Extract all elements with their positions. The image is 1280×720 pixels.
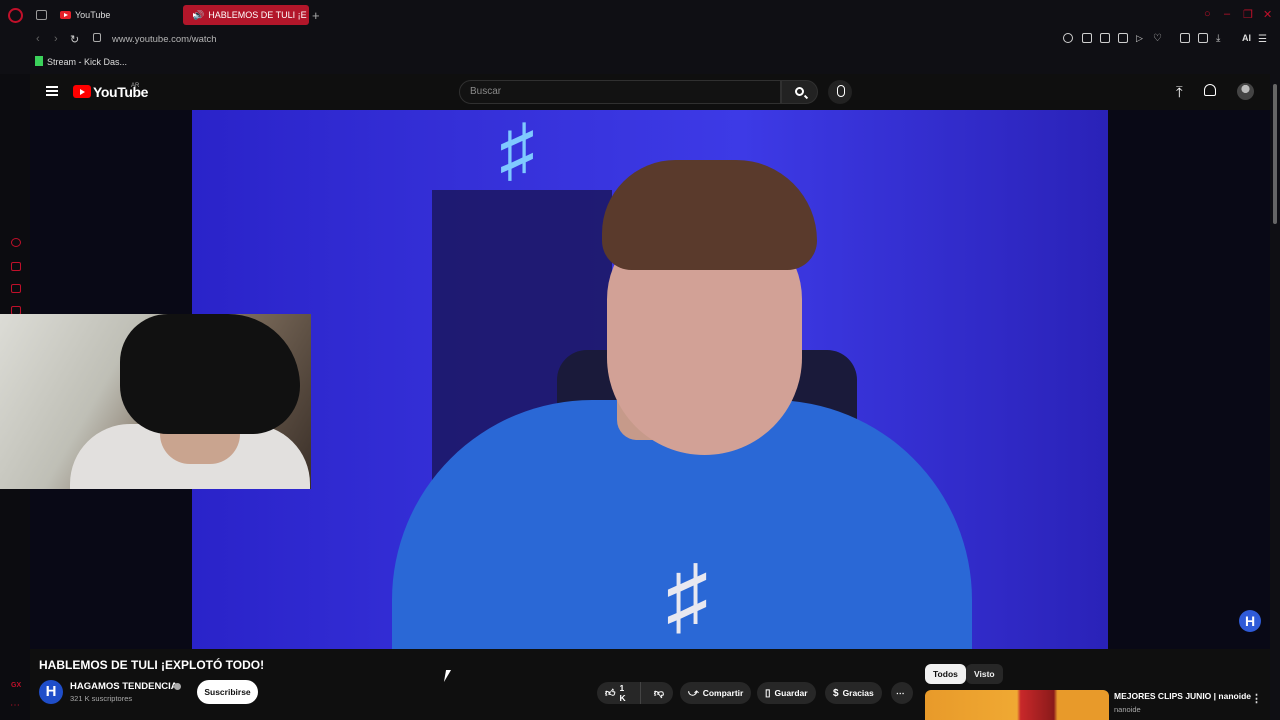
recommendation-menu-icon[interactable]: ⋮ xyxy=(1251,692,1262,705)
tab-label: YouTube xyxy=(75,10,111,20)
speed-dial-icon[interactable] xyxy=(11,238,21,247)
youtube-logo-icon[interactable] xyxy=(73,85,91,98)
presenter-hair xyxy=(602,160,817,270)
search-input[interactable] xyxy=(470,86,770,97)
like-button[interactable]: 👍︎ 1 K xyxy=(597,682,641,704)
scrollbar-thumb[interactable] xyxy=(1273,84,1277,224)
search-box xyxy=(459,80,781,104)
more-actions-button[interactable]: ⋯ xyxy=(891,682,913,704)
video-title: HABLEMOS DE TULI ¡EXPLOTÓ TODO! xyxy=(39,658,265,672)
download-icon[interactable]: ⤓ xyxy=(1216,33,1226,44)
zoom-icon[interactable] xyxy=(1063,33,1073,43)
voice-search-button[interactable] xyxy=(828,80,852,104)
channel-watermark[interactable]: H xyxy=(1239,610,1261,632)
heart-icon[interactable]: ♡ xyxy=(1153,33,1163,44)
pin-icon[interactable] xyxy=(1082,33,1092,43)
url-field[interactable]: www.youtube.com/watch xyxy=(112,34,217,45)
search-tabs-icon[interactable]: ○ xyxy=(1204,8,1211,20)
save-label: Guardar xyxy=(774,688,808,698)
notifications-icon[interactable] xyxy=(1204,84,1216,96)
play-icon[interactable]: ▷ xyxy=(1136,33,1146,43)
easy-setup-icon[interactable]: ☰ xyxy=(1258,34,1267,45)
tab-manager-icon[interactable] xyxy=(36,10,47,20)
forward-icon[interactable]: › xyxy=(54,33,58,45)
sidebar-more-icon[interactable]: ⋯ xyxy=(10,700,20,711)
region-code: AR xyxy=(131,83,140,89)
close-icon[interactable]: ✕ xyxy=(1263,8,1272,21)
thanks-button[interactable]: $ Gracias xyxy=(825,682,882,704)
opera-logo-icon[interactable] xyxy=(8,8,23,23)
twitch-icon[interactable] xyxy=(11,284,21,293)
search-button[interactable] xyxy=(781,80,818,104)
youtube-logo-text[interactable]: YouTube xyxy=(93,84,148,100)
wallet-icon[interactable] xyxy=(1198,33,1208,43)
recommendation-channel[interactable]: nanoide xyxy=(1114,705,1141,714)
menu-icon[interactable] xyxy=(46,86,58,96)
shield-icon[interactable] xyxy=(1118,33,1128,43)
browser-tab-youtube[interactable]: YouTube xyxy=(54,5,178,25)
back-icon[interactable]: ‹ xyxy=(36,33,40,45)
aria-ai-button[interactable]: AI xyxy=(1242,33,1251,43)
search-icon xyxy=(795,87,804,96)
bookmark-stream-kick[interactable]: Stream - Kick Das... xyxy=(47,57,127,67)
extensions-icon[interactable] xyxy=(1180,33,1190,43)
share-button[interactable]: ⤻ Compartir xyxy=(680,682,752,704)
recommendation-title[interactable]: MEJORES CLIPS JUNIO | nanoide xyxy=(1114,691,1251,701)
bookmarks-bar xyxy=(0,50,1280,74)
snapshot-icon[interactable] xyxy=(1100,33,1110,43)
maximize-icon[interactable]: ❐ xyxy=(1243,8,1253,21)
subscribe-button[interactable]: Suscribirse xyxy=(197,680,258,704)
verified-icon xyxy=(174,683,181,690)
youtube-favicon-icon xyxy=(60,11,71,19)
account-avatar[interactable] xyxy=(1237,83,1254,100)
thanks-icon: $ xyxy=(833,687,839,699)
recommendation-thumbnail[interactable] xyxy=(925,690,1109,720)
facecam-overlay xyxy=(0,314,311,489)
facecam-hair xyxy=(120,314,300,434)
channel-name[interactable]: HAGAMOS TENDENCIA xyxy=(70,681,178,692)
save-button[interactable]: ▯ Guardar xyxy=(757,682,816,704)
dislike-button[interactable]: 👎︎ xyxy=(645,687,673,699)
chip-visto[interactable]: Visto xyxy=(966,664,1003,684)
neon-logo: ♯ xyxy=(499,110,535,188)
thanks-label: Gracias xyxy=(842,688,874,698)
new-tab-button[interactable]: + xyxy=(312,8,320,23)
like-count: 1 K xyxy=(619,683,626,703)
video-frame[interactable]: ♯ ♯ xyxy=(192,110,1108,649)
chip-todos[interactable]: Todos xyxy=(925,664,966,684)
channel-avatar[interactable]: H xyxy=(39,680,63,704)
share-label: Compartir xyxy=(702,688,744,698)
messenger-icon[interactable] xyxy=(11,262,21,271)
minimize-icon[interactable]: – xyxy=(1224,8,1230,20)
tab-label: HABLEMOS DE TULI ¡E xyxy=(208,10,307,20)
lock-icon[interactable] xyxy=(93,33,101,42)
thumbs-up-icon: 👍︎ xyxy=(605,688,616,699)
gx-control-icon[interactable]: GX xyxy=(11,682,21,691)
upload-icon[interactable]: ⤒ xyxy=(1176,84,1183,101)
browser-tab-active[interactable]: 🔊 HABLEMOS DE TULI ¡E xyxy=(183,5,309,25)
kick-favicon-icon xyxy=(35,56,43,66)
subscriber-count: 321 K suscriptores xyxy=(70,694,133,703)
bookmark-icon: ▯ xyxy=(765,687,771,699)
like-dislike-group: 👍︎ 1 K 👎︎ xyxy=(597,682,673,704)
shirt-logo: ♯ xyxy=(666,548,708,642)
reload-icon[interactable]: ↻ xyxy=(70,33,79,46)
share-icon: ⤻ xyxy=(688,687,699,699)
